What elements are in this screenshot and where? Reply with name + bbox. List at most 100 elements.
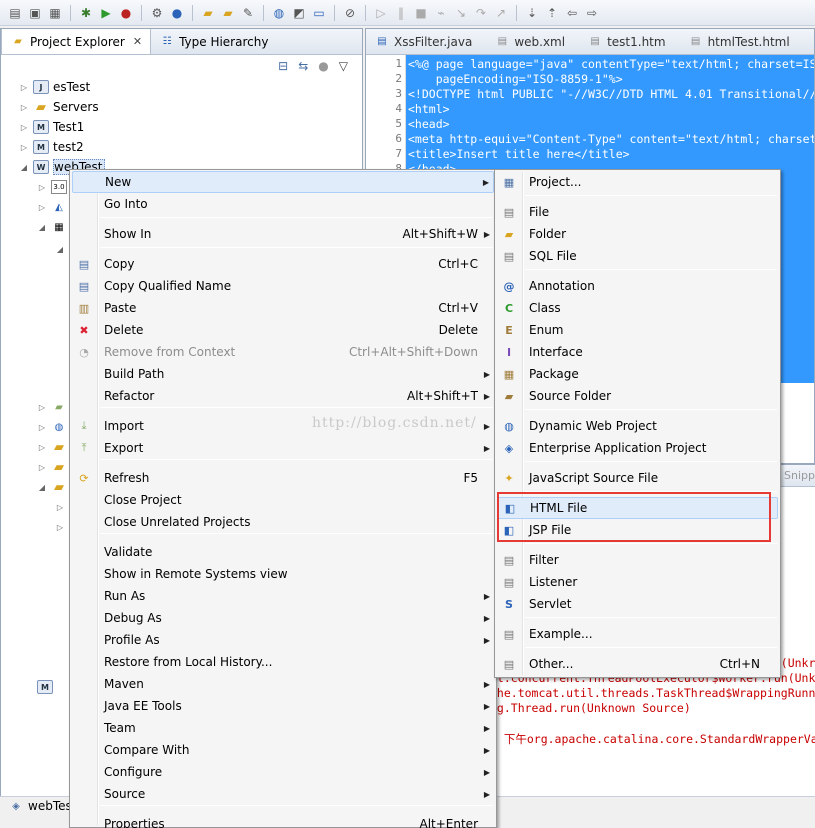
expand-icon[interactable]: ▷ xyxy=(19,123,29,132)
menu-item-show-in[interactable]: Show In Alt+Shift+W ▶ xyxy=(72,223,494,245)
disconnect-icon[interactable]: ⌁ xyxy=(432,4,450,22)
forward-icon[interactable]: ⇨ xyxy=(583,4,601,22)
tree-child-deployment[interactable]: ▷ 3.0 xyxy=(37,177,67,197)
new-icon[interactable]: ▤ xyxy=(6,4,24,22)
step-return-icon[interactable]: ↗ xyxy=(492,4,510,22)
prev-annotation-icon[interactable]: ⇡ xyxy=(543,4,561,22)
resume-icon[interactable]: ▷ xyxy=(372,4,390,22)
tree-child-meta-inf[interactable]: ▷ xyxy=(55,497,65,517)
tree-item-test1[interactable]: ▷ M Test1 xyxy=(19,117,84,137)
menu-item-show-in-remote-systems-view[interactable]: Show in Remote Systems view xyxy=(72,563,494,585)
step-into-icon[interactable]: ↘ xyxy=(452,4,470,22)
close-icon[interactable]: ✕ xyxy=(133,35,142,48)
menu-item-java-ee-tools[interactable]: Java EE Tools ▶ xyxy=(72,695,494,717)
new-menu-item-annotation[interactable]: @ Annotation xyxy=(497,275,778,297)
save-all-icon[interactable]: ▦ xyxy=(46,4,64,22)
expand-icon[interactable]: ▷ xyxy=(37,403,47,412)
expand-icon[interactable]: ▷ xyxy=(37,203,47,212)
menu-item-maven[interactable]: Maven ▶ xyxy=(72,673,494,695)
new-menu-item-servlet[interactable]: S Servlet xyxy=(497,593,778,615)
menu-item-go-into[interactable]: Go Into xyxy=(72,193,494,215)
tab-test1-htm[interactable]: ▤ test1.htm xyxy=(579,29,680,54)
tree-item-test2[interactable]: ▷ M test2 xyxy=(19,137,84,157)
tree-child-jax-ws[interactable]: ▷ ◭ xyxy=(37,197,67,217)
expand-icon[interactable]: ▷ xyxy=(55,523,65,532)
open-folder-icon[interactable]: ▰ xyxy=(219,4,237,22)
menu-item-copy[interactable]: ▤ Copy Ctrl+C xyxy=(72,253,494,275)
new-menu-item-class[interactable]: C Class xyxy=(497,297,778,319)
expand-icon[interactable]: ▷ xyxy=(19,143,29,152)
new-menu-item-enterprise-application-project[interactable]: ◈ Enterprise Application Project xyxy=(497,437,778,459)
tab-web-xml[interactable]: ▤ web.xml xyxy=(486,29,579,54)
menu-item-refresh[interactable]: ⟳ Refresh F5 xyxy=(72,467,494,489)
expand-icon[interactable]: ▷ xyxy=(37,443,47,452)
new-menu-item-javascript-source-file[interactable]: ✦ JavaScript Source File xyxy=(497,467,778,489)
menu-item-export[interactable]: ⤒ Export ▶ xyxy=(72,437,494,459)
menu-item-close-project[interactable]: Close Project xyxy=(72,489,494,511)
save-icon[interactable]: ▣ xyxy=(26,4,44,22)
collapse-icon[interactable]: ◢ xyxy=(19,163,29,172)
menu-item-refactor[interactable]: Refactor Alt+Shift+T ▶ xyxy=(72,385,494,407)
console-icon[interactable]: ▭ xyxy=(310,4,328,22)
new-menu-item-project[interactable]: ▦ Project... xyxy=(497,171,778,193)
tree-child-javascript[interactable]: ▷ ◍ xyxy=(37,417,67,437)
tree-child-web-inf[interactable]: ▷ xyxy=(55,517,65,537)
new-server-icon[interactable]: ⚙ xyxy=(148,4,166,22)
collapse-icon[interactable]: ◢ xyxy=(37,223,47,232)
expand-icon[interactable]: ▷ xyxy=(55,503,65,512)
menu-item-configure[interactable]: Configure ▶ xyxy=(72,761,494,783)
back-icon[interactable]: ⇦ xyxy=(563,4,581,22)
menu-item-remove-from-context[interactable]: ◔ Remove from Context Ctrl+Alt+Shift+Down xyxy=(72,341,494,363)
new-menu-item-sql-file[interactable]: ▤ SQL File xyxy=(497,245,778,267)
terminate-icon[interactable]: ■ xyxy=(412,4,430,22)
new-menu-item-package[interactable]: ▦ Package xyxy=(497,363,778,385)
debug-icon[interactable]: ✱ xyxy=(77,4,95,22)
menu-item-run-as[interactable]: Run As ▶ xyxy=(72,585,494,607)
expand-icon[interactable]: ▷ xyxy=(37,423,47,432)
tree-child-src[interactable]: ◢ xyxy=(55,239,65,259)
menu-item-build-path[interactable]: Build Path ▶ xyxy=(72,363,494,385)
menu-item-validate[interactable]: Validate xyxy=(72,541,494,563)
new-menu-item-example[interactable]: ▤ Example... xyxy=(497,623,778,645)
run-icon[interactable]: ▶ xyxy=(97,4,115,22)
menu-item-copy-qualified-name[interactable]: ▤ Copy Qualified Name xyxy=(72,275,494,297)
new-menu-item-other[interactable]: ▤ Other... Ctrl+N xyxy=(497,653,778,675)
menu-item-source[interactable]: Source ▶ xyxy=(72,783,494,805)
view-menu-icon[interactable]: ▽ xyxy=(339,59,348,73)
tab-xssfilter[interactable]: ▤ XssFilter.java xyxy=(366,29,486,54)
link-with-editor-icon[interactable]: ⇆ xyxy=(298,59,308,73)
search-tool-icon[interactable]: ✎ xyxy=(239,4,257,22)
menu-item-delete[interactable]: ✖ Delete Delete xyxy=(72,319,494,341)
tree-child-target[interactable]: ▷ ▰ xyxy=(37,457,67,477)
filter-view-icon[interactable]: ● xyxy=(318,59,328,73)
next-annotation-icon[interactable]: ⇣ xyxy=(523,4,541,22)
menu-item-team[interactable]: Team ▶ xyxy=(72,717,494,739)
suspend-icon[interactable]: ‖ xyxy=(392,4,410,22)
expand-icon[interactable]: ▷ xyxy=(19,83,29,92)
tab-htmltest-html[interactable]: ▤ htmlTest.html xyxy=(680,29,804,54)
tree-child-pom[interactable]: M xyxy=(37,677,53,697)
new-menu-item-folder[interactable]: ▰ Folder xyxy=(497,223,778,245)
menu-item-close-unrelated-projects[interactable]: Close Unrelated Projects xyxy=(72,511,494,533)
menu-item-debug-as[interactable]: Debug As ▶ xyxy=(72,607,494,629)
tab-type-hierarchy[interactable]: ☷ Type Hierarchy xyxy=(151,29,276,54)
tree-item-estest[interactable]: ▷ J esTest xyxy=(19,77,90,97)
menu-item-profile-as[interactable]: Profile As ▶ xyxy=(72,629,494,651)
menu-item-properties[interactable]: Properties Alt+Enter xyxy=(72,813,494,828)
new-menu-item-file[interactable]: ▤ File xyxy=(497,201,778,223)
collapse-icon[interactable]: ◢ xyxy=(55,245,65,254)
step-over-icon[interactable]: ↷ xyxy=(472,4,490,22)
new-menu-item-source-folder[interactable]: ▰ Source Folder xyxy=(497,385,778,407)
menu-item-compare-with[interactable]: Compare With ▶ xyxy=(72,739,494,761)
new-menu-item-interface[interactable]: I Interface xyxy=(497,341,778,363)
open-type-icon[interactable]: ▰ xyxy=(199,4,217,22)
tree-child-webcontent[interactable]: ◢ ▰ xyxy=(37,477,67,497)
menu-item-restore-from-local-history[interactable]: Restore from Local History... xyxy=(72,651,494,673)
tree-child-java-resources[interactable]: ◢ ▦ xyxy=(37,217,67,237)
bottom-tree-item[interactable]: ◈ webTes xyxy=(8,799,72,813)
external-tools-icon[interactable]: ● xyxy=(117,4,135,22)
menu-item-new[interactable]: New ▶ xyxy=(72,171,494,193)
expand-icon[interactable]: ▷ xyxy=(37,183,47,192)
skip-breakpoints-icon[interactable]: ⊘ xyxy=(341,4,359,22)
new-menu-item-listener[interactable]: ▤ Listener xyxy=(497,571,778,593)
